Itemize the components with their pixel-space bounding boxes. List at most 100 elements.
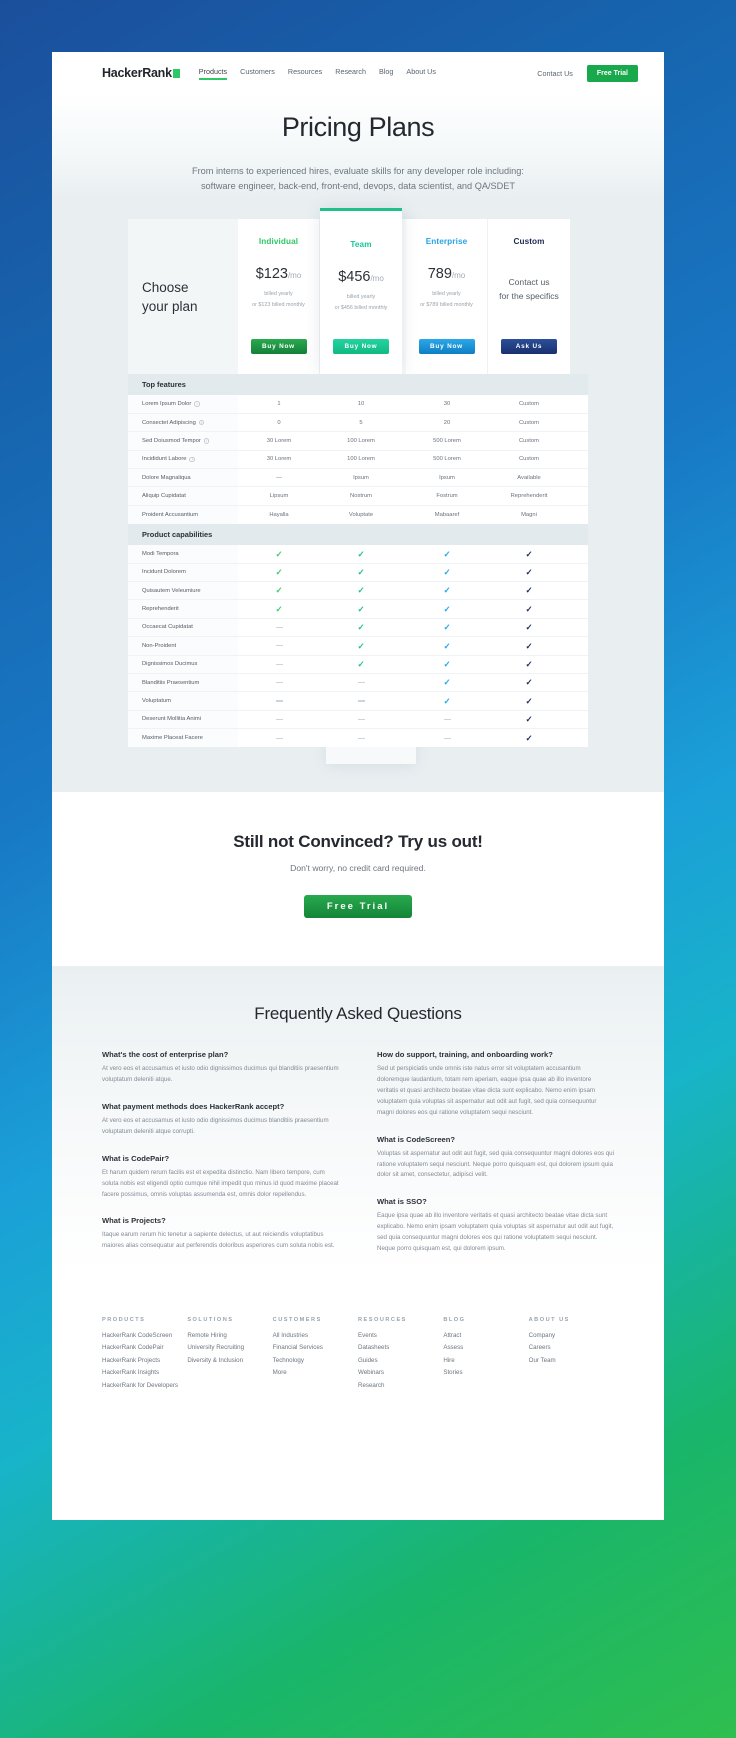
feature-label: Voluptatum xyxy=(142,697,172,704)
footer-column: SOLUTIONS Remote Hiring University Recruit… xyxy=(187,1317,272,1395)
footer-link[interactable]: Guides xyxy=(358,1357,443,1364)
footer-column: PRODUCTS HackerRank CodeScreen HackerRank … xyxy=(102,1317,187,1395)
faq-question: What payment methods does HackerRank acc… xyxy=(102,1102,285,1112)
cta-free-trial-button[interactable]: Free Trial xyxy=(304,895,412,919)
feature-value-cell: ✓ xyxy=(488,582,570,599)
check-icon: ✓ xyxy=(275,548,283,559)
feature-value-cell: Lipsum xyxy=(238,487,320,504)
footer-link[interactable]: Webinars xyxy=(358,1369,443,1376)
feature-value-cell: ✓ xyxy=(488,564,570,581)
buy-now-team[interactable]: Buy Now xyxy=(333,339,389,355)
table-row: Incidunt Dolorem ✓ ✓ ✓ ✓ xyxy=(128,563,588,582)
dash-icon xyxy=(275,626,283,629)
footer-link[interactable]: Financial Services xyxy=(273,1344,358,1351)
check-icon: ✓ xyxy=(275,585,283,596)
faq-item: How do support, training, and onboarding… xyxy=(377,1050,614,1118)
feature-label: Deserunt Mollitia Animi xyxy=(142,716,201,723)
check-icon: ✓ xyxy=(525,603,533,614)
nav-item-resources[interactable]: Resources xyxy=(288,67,322,80)
dash-icon xyxy=(275,700,283,702)
feature-value: Reprehenderit xyxy=(510,493,548,500)
nav-item-customers[interactable]: Customers xyxy=(240,67,275,80)
feature-label: Modi Tempora xyxy=(142,550,179,557)
feature-value-cell: 100 Lorem xyxy=(320,432,402,449)
plan-name-team: Team xyxy=(350,240,372,250)
feature-value-cell: ✓ xyxy=(406,600,488,617)
footer-link[interactable]: HackerRank CodeScreen xyxy=(102,1332,187,1339)
footer-link[interactable]: HackerRank CodePair xyxy=(102,1344,187,1351)
footer-link[interactable]: Research xyxy=(358,1382,443,1389)
nav-item-blog[interactable]: Blog xyxy=(379,67,393,80)
primary-nav: Products Customers Resources Research Bl… xyxy=(198,67,436,80)
contact-us-link[interactable]: Contact Us xyxy=(537,69,573,78)
footer-link[interactable]: Remote Hiring xyxy=(187,1332,272,1339)
feature-value-cell xyxy=(320,674,402,691)
footer-link[interactable]: Events xyxy=(358,1332,443,1339)
feature-value: Fostrum xyxy=(436,493,458,500)
footer-link[interactable]: HackerRank Insights xyxy=(102,1369,187,1376)
site-header: HackerRank Products Customers Resources … xyxy=(52,52,664,94)
logo-wordmark: HackerRank xyxy=(102,66,172,80)
info-icon[interactable]: i xyxy=(194,401,200,407)
footer-link[interactable]: Hire xyxy=(443,1357,528,1364)
nav-item-about-us[interactable]: About Us xyxy=(406,67,436,80)
check-icon: ✓ xyxy=(443,548,451,559)
dash-icon xyxy=(357,737,365,739)
footer-link[interactable]: Attract xyxy=(443,1332,528,1339)
buy-now-enterprise[interactable]: Buy Now xyxy=(418,339,475,355)
footer-link[interactable]: Careers xyxy=(529,1344,614,1351)
feature-value-cell: ✓ xyxy=(406,674,488,691)
check-icon: ✓ xyxy=(357,603,365,614)
faq-item: What is SSO? Eaque ipsa quae ab illo inve… xyxy=(377,1197,614,1254)
faq-question: What is CodeScreen? xyxy=(377,1134,456,1144)
plan-name-enterprise: Enterprise xyxy=(425,237,468,247)
footer-link[interactable]: Technology xyxy=(273,1357,358,1364)
footer-link[interactable]: More xyxy=(273,1369,358,1376)
footer-column-title: ABOUT US xyxy=(528,1316,570,1323)
feature-value-cell: Fostrum xyxy=(406,487,488,504)
footer-link[interactable]: Diversity & Inclusion xyxy=(187,1357,272,1364)
feature-value-cell: Mabaaref xyxy=(406,506,488,524)
footer-link[interactable]: HackerRank Projects xyxy=(102,1357,187,1364)
feature-label: Blanditiis Praesentium xyxy=(142,679,200,686)
free-trial-button[interactable]: Free Trial xyxy=(586,64,638,82)
check-icon: ✓ xyxy=(357,658,365,669)
table-row: Maxime Placeat Facere ✓ xyxy=(128,729,588,748)
footer-link[interactable]: Assess xyxy=(443,1344,528,1351)
feature-value: Lipsum xyxy=(269,493,289,500)
check-icon: ✓ xyxy=(525,714,533,725)
footer-link[interactable]: University Recruiting xyxy=(187,1344,272,1351)
ask-us-custom[interactable]: Ask Us xyxy=(501,339,557,355)
nav-item-research[interactable]: Research xyxy=(335,67,366,80)
feature-value-cell: ✓ xyxy=(488,729,570,747)
plan-contact-custom: Contact us for the specifics xyxy=(499,277,559,301)
plan-billing-individual: billed yearly or $123 billed monthly xyxy=(252,291,305,308)
plan-card-enterprise: Enterprise 789/mo billed yearly or $789 b… xyxy=(406,219,488,375)
footer-link[interactable]: Datasheets xyxy=(358,1344,443,1351)
buy-now-individual[interactable]: Buy Now xyxy=(250,339,307,355)
info-icon[interactable]: i xyxy=(189,456,196,463)
check-icon: ✓ xyxy=(525,677,533,688)
feature-value: 500 Lorem xyxy=(433,456,461,463)
feature-label: Non-Proident xyxy=(142,642,177,649)
info-icon[interactable]: i xyxy=(198,419,205,426)
footer-link[interactable]: HackerRank for Developers xyxy=(102,1382,187,1389)
section-title: Top features xyxy=(142,380,186,390)
faq-question: How do support, training, and onboarding… xyxy=(377,1050,553,1060)
footer-column: RESOURCES Events Datasheets Guides Webinars R… xyxy=(358,1317,443,1395)
feature-value-cell: ✓ xyxy=(238,582,320,599)
footer-link[interactable]: Company xyxy=(529,1332,614,1339)
footer-link[interactable]: All Industries xyxy=(273,1332,358,1339)
footer-link[interactable]: Our Team xyxy=(529,1357,614,1364)
hackerrank-logo[interactable]: HackerRank xyxy=(102,66,180,80)
feature-value-cell: 5 xyxy=(320,414,402,431)
nav-item-products[interactable]: Products xyxy=(198,67,228,80)
plan-name-individual: Individual xyxy=(258,237,299,247)
footer-link[interactable]: Stories xyxy=(443,1369,528,1376)
info-icon[interactable]: i xyxy=(203,438,210,444)
check-icon: ✓ xyxy=(357,567,365,577)
feature-value-cell xyxy=(238,674,320,691)
feature-value: 0 xyxy=(277,419,281,426)
feature-value: Nostrum xyxy=(350,493,372,500)
feature-value: Ipsum xyxy=(353,474,369,481)
